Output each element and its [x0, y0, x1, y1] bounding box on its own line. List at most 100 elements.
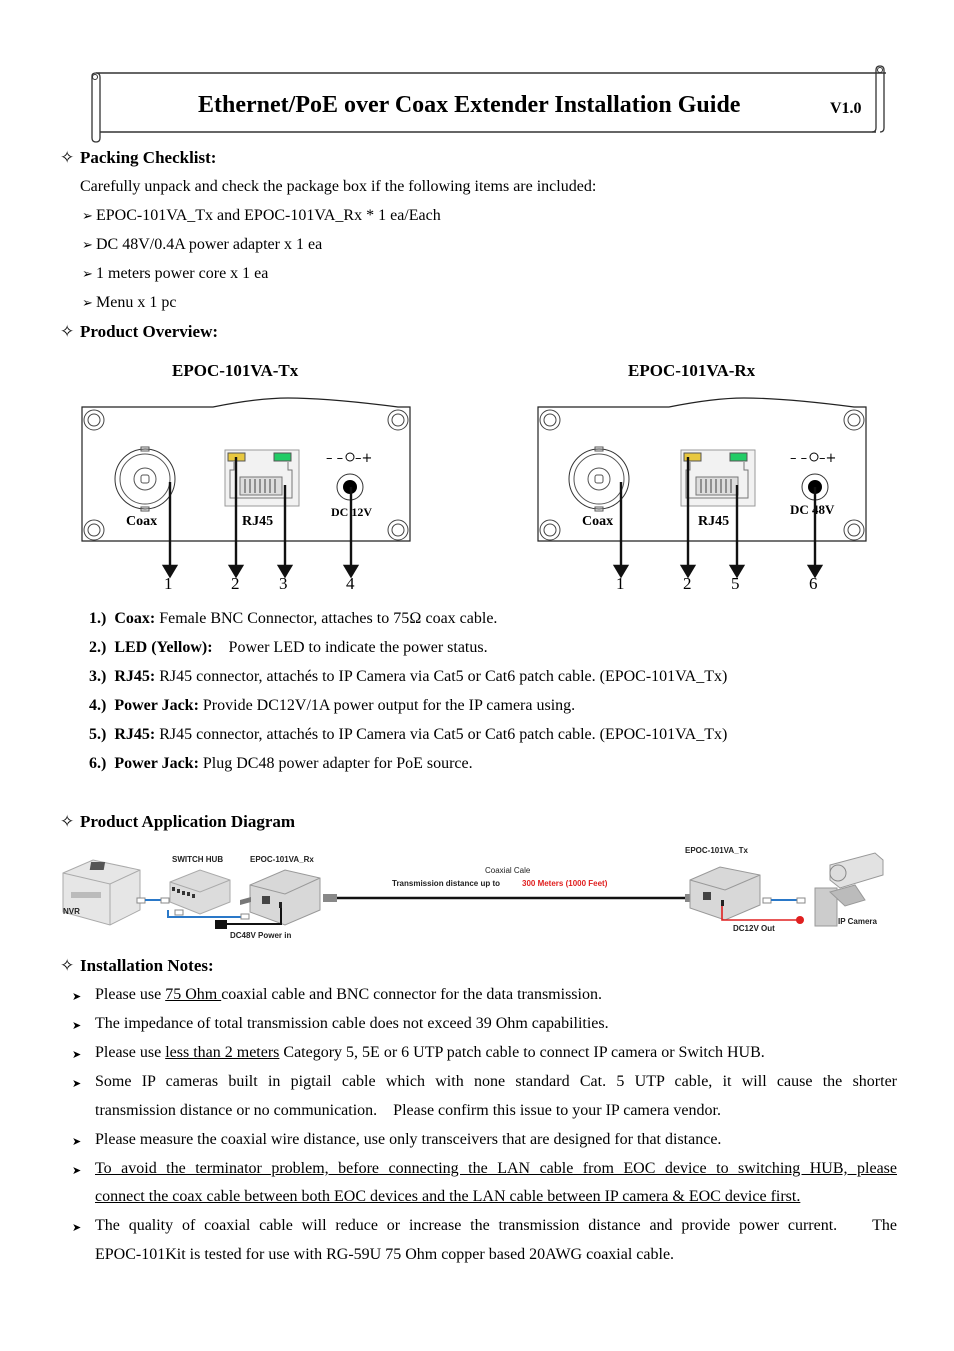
arrow-bullet-icon: ➢ — [82, 295, 93, 310]
feature-item: 4.) Power Jack: Provide DC12V/1A power o… — [89, 697, 575, 715]
heading-text: Product Overview: — [80, 322, 219, 341]
feature-name: Power Jack: — [114, 697, 199, 714]
heading-text: Product Application Diagram — [80, 812, 296, 831]
feature-item: 5.) RJ45: RJ45 connector, attachés to IP… — [89, 726, 727, 744]
arrow-bullet-icon: ➤ — [72, 1020, 82, 1032]
tx-panel-title: EPOC-101VA-Tx — [172, 361, 299, 380]
feature-number: 2.) — [89, 639, 107, 656]
rj45-label: RJ45 — [242, 514, 273, 529]
note-item: Please measure the coaxial wire distance… — [95, 1131, 897, 1149]
note-text: Category 5, 5E or 6 UTP patch cable to c… — [279, 1044, 765, 1061]
feature-number: 6.) — [89, 755, 107, 772]
diamond-bullet-icon: ✧ — [60, 322, 75, 341]
rx-panel-title: EPOC-101VA-Rx — [628, 361, 756, 380]
distance-value: 300 Meters (1000 Feet) — [522, 879, 608, 888]
power-label: DC 48V — [790, 502, 835, 517]
svg-text:–+: –+ — [819, 451, 836, 466]
note-text: The impedance of total transmission cabl… — [95, 1015, 609, 1032]
note-text: Please use — [95, 986, 166, 1003]
heading-text: Installation Notes: — [80, 956, 214, 975]
feature-item: 1.) Coax: Female BNC Connector, attaches… — [89, 610, 497, 628]
nvr-label: NVR — [63, 907, 80, 916]
note-item-line: transmission distance or no communicatio… — [95, 1102, 721, 1119]
ip-camera-label: IP Camera — [838, 917, 878, 926]
distance-prefix: Transmission distance up to — [392, 879, 500, 888]
checklist-item-text: EPOC-101VA_Tx and EPOC-101VA_Rx * 1 ea/E… — [96, 207, 441, 224]
feature-desc: Plug DC48 power adapter for PoE source. — [202, 755, 473, 772]
diamond-bullet-icon: ✧ — [60, 956, 75, 975]
note-text: coaxial cable and BNC connector for the … — [221, 986, 602, 1003]
note-text: Please measure the coaxial wire distance… — [95, 1131, 722, 1148]
note-item-line: To avoid the terminator problem, before … — [95, 1160, 897, 1177]
page-title: Ethernet/PoE over Coax Extender Installa… — [198, 92, 741, 118]
note-item-line: The quality of coaxial cable will reduce… — [95, 1217, 897, 1234]
feature-item: 2.) LED (Yellow): Power LED to indicate … — [89, 639, 488, 657]
switch-hub-icon — [169, 869, 231, 915]
feature-number: 3.) — [89, 668, 107, 685]
link-led-icon — [729, 452, 748, 462]
feature-name: LED (Yellow): — [114, 639, 213, 656]
installation-notes-heading: ✧ Installation Notes: — [60, 956, 214, 976]
feature-number: 5.) — [89, 726, 107, 743]
svg-text:–+: –+ — [355, 451, 372, 466]
arrow-bullet-icon: ➢ — [82, 237, 93, 252]
note-item: Please use less than 2 meters Category 5… — [95, 1044, 897, 1062]
arrow-bullet-icon: ➤ — [72, 1165, 82, 1177]
arrow-bullet-icon: ➤ — [72, 1136, 82, 1148]
checklist-item-text: 1 meters power core x 1 ea — [96, 265, 269, 282]
rj45-label: RJ45 — [698, 514, 729, 529]
feature-desc: RJ45 connector, attachés to IP Camera vi… — [159, 726, 728, 743]
ip-camera-icon — [814, 852, 884, 927]
rj45-port-icon — [680, 449, 756, 507]
feature-desc: Power LED to indicate the power status. — [216, 639, 488, 656]
note-item-line: Some IP cameras built in pigtail cable w… — [95, 1073, 897, 1090]
diamond-bullet-icon: ✧ — [60, 812, 75, 831]
svg-text:– –: – – — [326, 451, 343, 466]
note-text: Please use — [95, 1044, 166, 1061]
coax-cable-title: Coaxial Cale — [485, 866, 531, 875]
arrow-bullet-icon: ➤ — [72, 991, 82, 1003]
callout-number: 1 — [616, 574, 625, 593]
lan-cable — [136, 897, 170, 904]
callout-number: 3 — [279, 574, 288, 593]
tx-device-icon — [689, 866, 761, 921]
callout-number: 2 — [231, 574, 240, 593]
callout-number: 5 — [731, 574, 740, 593]
arrow-bullet-icon: ➢ — [82, 266, 93, 281]
coax-label: Coax — [582, 514, 613, 529]
arrow-bullet-icon: ➤ — [72, 1222, 82, 1234]
arrow-bullet-icon: ➤ — [72, 1049, 82, 1061]
feature-item: 3.) RJ45: RJ45 connector, attachés to IP… — [89, 668, 727, 686]
rx-power-label: DC48V Power in — [230, 931, 291, 940]
switch-hub-label: SWITCH HUB — [172, 855, 223, 864]
note-item-line: EPOC-101Kit is tested for use with RG-59… — [95, 1246, 675, 1263]
note-underlined: less than 2 meters — [165, 1044, 280, 1061]
power-led-icon — [683, 452, 702, 462]
feature-desc: RJ45 connector, attachés to IP Camera vi… — [159, 668, 728, 685]
feature-desc: Female BNC Connector, attaches to 75Ω co… — [159, 610, 498, 627]
version-label: V1.0 — [830, 100, 862, 117]
note-item: The impedance of total transmission cabl… — [95, 1015, 897, 1033]
feature-name: RJ45: — [114, 726, 156, 743]
lan-cable — [167, 909, 250, 920]
packing-intro: Carefully unpack and check the package b… — [80, 178, 597, 195]
tx-device-label: EPOC-101VA_Tx — [685, 846, 749, 855]
lan-cable — [762, 897, 806, 904]
feature-number: 4.) — [89, 697, 107, 714]
callout-number: 2 — [683, 574, 692, 593]
checklist-item: ➢ EPOC-101VA_Tx and EPOC-101VA_Rx * 1 ea/… — [82, 207, 441, 225]
feature-name: Coax: — [114, 610, 156, 627]
checklist-item-text: Menu x 1 pc — [96, 294, 177, 311]
rx-front-panel: – – –+ Coax RJ45 DC 48V — [537, 397, 867, 579]
feature-desc: Provide DC12V/1A power output for the IP… — [202, 697, 576, 714]
feature-name: RJ45: — [114, 668, 156, 685]
note-item: Please use 75 Ohm coaxial cable and BNC … — [95, 986, 897, 1004]
application-diagram: NVR SWITCH HUB EPOC-101VA_Rx DC48V Power… — [62, 846, 884, 940]
coax-cable — [323, 894, 699, 902]
product-overview-heading: ✧ Product Overview: — [60, 322, 218, 342]
svg-text:– –: – – — [790, 451, 807, 466]
checklist-item-text: DC 48V/0.4A power adapter x 1 ea — [96, 236, 323, 253]
title-banner: Ethernet/PoE over Coax Extender Installa… — [86, 64, 890, 144]
arrow-bullet-icon: ➢ — [82, 208, 93, 223]
application-diagram-heading: ✧ Product Application Diagram — [60, 812, 295, 832]
